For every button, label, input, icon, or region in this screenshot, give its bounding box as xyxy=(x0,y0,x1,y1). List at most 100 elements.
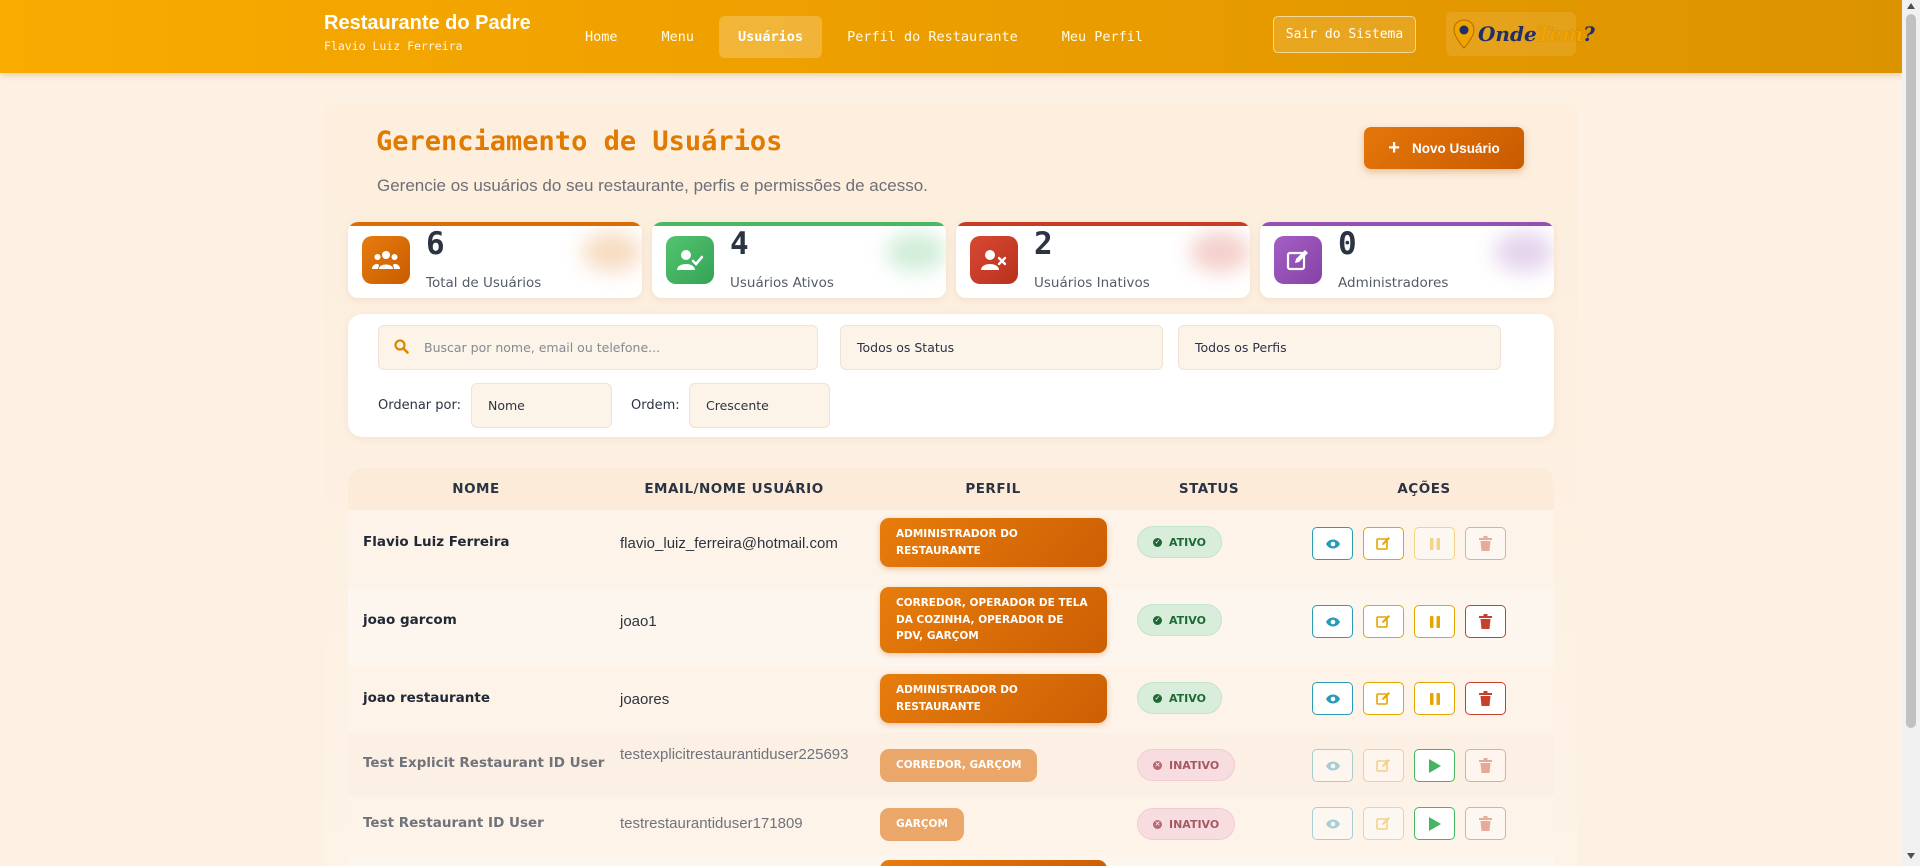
activate-button[interactable] xyxy=(1414,807,1455,840)
profile-badge: CORREDOR, GARÇOM xyxy=(880,749,1038,782)
user-email: testrestaurantiduser171809 xyxy=(620,815,803,832)
edit-button[interactable] xyxy=(1363,682,1404,715)
status-filter-select[interactable]: Todos os Status xyxy=(840,325,1163,370)
scrollbar-track[interactable] xyxy=(1902,0,1920,866)
status-badge: ✕ INATIVO xyxy=(1137,749,1236,781)
activate-button[interactable] xyxy=(1414,749,1455,782)
stat-total-users: 6 Total de Usuários xyxy=(348,222,642,298)
edit-icon xyxy=(1376,615,1390,628)
pause-button[interactable] xyxy=(1414,527,1455,560)
delete-button[interactable] xyxy=(1465,807,1506,840)
nav-usuarios[interactable]: Usuários xyxy=(719,15,823,58)
profile-badge: ADMINISTRADOR DO RESTAURANTE xyxy=(880,674,1107,723)
nav-meu-perfil[interactable]: Meu Perfil xyxy=(1043,16,1162,58)
status-badge: ✓ ATIVO xyxy=(1137,526,1222,558)
eye-icon xyxy=(1325,819,1340,828)
new-user-label: Novo Usuário xyxy=(1411,140,1500,156)
eye-icon xyxy=(1325,761,1340,770)
edit-button[interactable] xyxy=(1363,605,1404,638)
check-icon: ✓ xyxy=(1153,615,1162,625)
nav-menu[interactable]: Menu xyxy=(643,16,714,58)
trash-icon xyxy=(1479,816,1492,831)
status-badge: ✓ ATIVO xyxy=(1137,682,1222,714)
delete-button[interactable] xyxy=(1465,749,1506,782)
scrollbar-thumb[interactable] xyxy=(1906,14,1916,728)
sort-select[interactable]: Nome xyxy=(471,383,612,428)
eye-icon xyxy=(1325,539,1340,548)
order-label: Ordem: xyxy=(631,398,680,413)
play-icon xyxy=(1428,758,1441,773)
user-check-icon xyxy=(666,236,714,284)
view-button[interactable] xyxy=(1312,605,1353,638)
pause-icon xyxy=(1429,537,1440,550)
new-user-button[interactable]: + Novo Usuário xyxy=(1364,127,1524,169)
user-email: joao1 xyxy=(620,613,657,630)
onde-tem-logo[interactable]: OndeTem? xyxy=(1446,12,1595,56)
user-name: Flavio Luiz Ferreira xyxy=(363,534,510,550)
trash-icon xyxy=(1479,614,1492,629)
search-placeholder: Buscar por nome, email ou telefone... xyxy=(424,340,661,355)
edit-icon xyxy=(1376,759,1390,772)
stat-total-value: 6 xyxy=(426,226,445,262)
stat-inactive-users: 2 Usuários Inativos xyxy=(956,222,1250,298)
user-name: joao garcom xyxy=(363,612,457,628)
user-email: joaores xyxy=(620,691,670,708)
pause-button[interactable] xyxy=(1414,605,1455,638)
profile-badge xyxy=(880,860,1107,866)
view-button[interactable] xyxy=(1312,527,1353,560)
user-name: Test Explicit Restaurant ID User xyxy=(363,755,605,771)
col-nome: NOME xyxy=(452,481,500,497)
trash-icon xyxy=(1479,536,1492,551)
top-navbar: Restaurante do Padre Flavio Luiz Ferreir… xyxy=(0,0,1902,73)
user-email: flavio_luiz_ferreira@hotmail.com xyxy=(620,535,838,552)
page-title: Gerenciamento de Usuários xyxy=(376,126,783,157)
trash-icon xyxy=(1479,691,1492,706)
delete-button[interactable] xyxy=(1465,527,1506,560)
status-badge: ✕ INATIVO xyxy=(1137,808,1236,840)
x-icon: ✕ xyxy=(1153,760,1162,770)
stat-inactive-value: 2 xyxy=(1034,226,1053,262)
pause-button[interactable] xyxy=(1414,682,1455,715)
stat-active-value: 4 xyxy=(730,226,749,262)
view-button[interactable] xyxy=(1312,807,1353,840)
profile-badge: CORREDOR, OPERADOR DE TELA DA COZINHA, O… xyxy=(880,587,1107,653)
stat-active-users: 4 Usuários Ativos xyxy=(652,222,946,298)
nav-home[interactable]: Home xyxy=(566,16,637,58)
delete-button[interactable] xyxy=(1465,682,1506,715)
brand[interactable]: Restaurante do Padre Flavio Luiz Ferreir… xyxy=(324,12,531,53)
nav-perfil-restaurante[interactable]: Perfil do Restaurante xyxy=(828,16,1037,58)
user-email: testexplicitrestaurantiduser225693 xyxy=(620,746,849,763)
col-email: EMAIL/NOME USUÁRIO xyxy=(644,481,824,497)
stat-admins-value: 0 xyxy=(1338,226,1357,262)
page-subtitle: Gerencie os usuários do seu restaurante,… xyxy=(377,176,928,195)
table-header xyxy=(348,468,1554,510)
sort-label: Ordenar por: xyxy=(378,398,461,413)
view-button[interactable] xyxy=(1312,682,1353,715)
edit-icon xyxy=(1274,236,1322,284)
search-input[interactable]: Buscar por nome, email ou telefone... xyxy=(378,325,818,370)
col-status: STATUS xyxy=(1178,481,1240,497)
status-badge: ✓ ATIVO xyxy=(1137,604,1222,636)
x-icon: ✕ xyxy=(1153,819,1162,829)
edit-icon xyxy=(1376,537,1390,550)
profile-filter-select[interactable]: Todos os Perfis xyxy=(1178,325,1501,370)
edit-button[interactable] xyxy=(1363,527,1404,560)
delete-button[interactable] xyxy=(1465,605,1506,638)
pause-icon xyxy=(1429,692,1440,705)
logo-text: OndeTem? xyxy=(1478,22,1595,46)
scroll-up-icon[interactable] xyxy=(1907,3,1915,9)
map-pin-icon xyxy=(1452,19,1476,49)
logout-button[interactable]: Sair do Sistema xyxy=(1273,16,1416,53)
edit-button[interactable] xyxy=(1363,749,1404,782)
scroll-down-icon[interactable] xyxy=(1907,853,1915,859)
stat-inactive-label: Usuários Inativos xyxy=(1034,275,1150,291)
col-perfil: PERFIL xyxy=(965,481,1021,497)
user-x-icon xyxy=(970,236,1018,284)
check-icon: ✓ xyxy=(1153,693,1162,703)
check-icon: ✓ xyxy=(1153,537,1162,547)
edit-button[interactable] xyxy=(1363,807,1404,840)
order-select[interactable]: Crescente xyxy=(689,383,830,428)
stat-total-label: Total de Usuários xyxy=(426,275,542,291)
view-button[interactable] xyxy=(1312,749,1353,782)
trash-icon xyxy=(1479,758,1492,773)
